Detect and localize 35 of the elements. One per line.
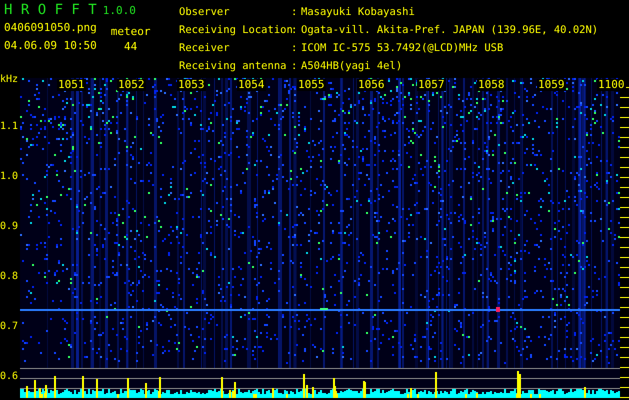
info-value: Ogata-vill. Akita-Pref. JAPAN (139.96E, 40.02N) bbox=[301, 24, 598, 38]
axis-unit: kHz bbox=[0, 74, 18, 85]
info-value: Masayuki Kobayashi bbox=[301, 6, 416, 20]
info-label: Observer bbox=[179, 6, 231, 20]
info-separator: : bbox=[291, 24, 298, 38]
file-name: 0406091050.png bbox=[4, 22, 97, 34]
time-label: 1055 bbox=[297, 79, 326, 91]
app-name: H R O F F T bbox=[4, 2, 97, 18]
info-value: A504HB(yagi 4el) bbox=[301, 60, 404, 74]
info-label: Receiving Location bbox=[179, 24, 291, 38]
time-label: 1054 bbox=[237, 79, 266, 91]
axis-label: 0.9 bbox=[0, 221, 18, 232]
info-label: Receiver bbox=[179, 42, 231, 56]
info-value: ICOM IC-575 53.7492(@LCD)MHz USB bbox=[301, 42, 504, 56]
info-label: Receiving antenna bbox=[179, 60, 288, 74]
time-label: 1058 bbox=[477, 79, 506, 91]
app-version: 1.0.0 bbox=[102, 4, 136, 17]
meteor-label: meteor bbox=[110, 26, 150, 38]
time-label: 1052 bbox=[117, 79, 146, 91]
info-separator: : bbox=[291, 60, 298, 74]
meteor-count: 44 bbox=[124, 41, 138, 53]
timestamp: 04.06.09 10:50 bbox=[4, 40, 97, 52]
info-separator: : bbox=[291, 6, 298, 20]
axis-label: 1.1 bbox=[0, 121, 18, 132]
time-label: 1100 bbox=[597, 79, 626, 91]
time-label: 1056 bbox=[357, 79, 386, 91]
info-separator: : bbox=[291, 42, 298, 56]
time-label: 1053 bbox=[177, 79, 206, 91]
axis-label: 1.0 bbox=[0, 171, 18, 182]
axis-label: 0.7 bbox=[0, 321, 18, 332]
axis-label: 0.8 bbox=[0, 271, 18, 282]
time-label: 1057 bbox=[417, 79, 446, 91]
time-label: 1051 bbox=[57, 79, 86, 91]
time-label: 1059 bbox=[537, 79, 566, 91]
axis-label: 0.6 bbox=[0, 371, 18, 382]
